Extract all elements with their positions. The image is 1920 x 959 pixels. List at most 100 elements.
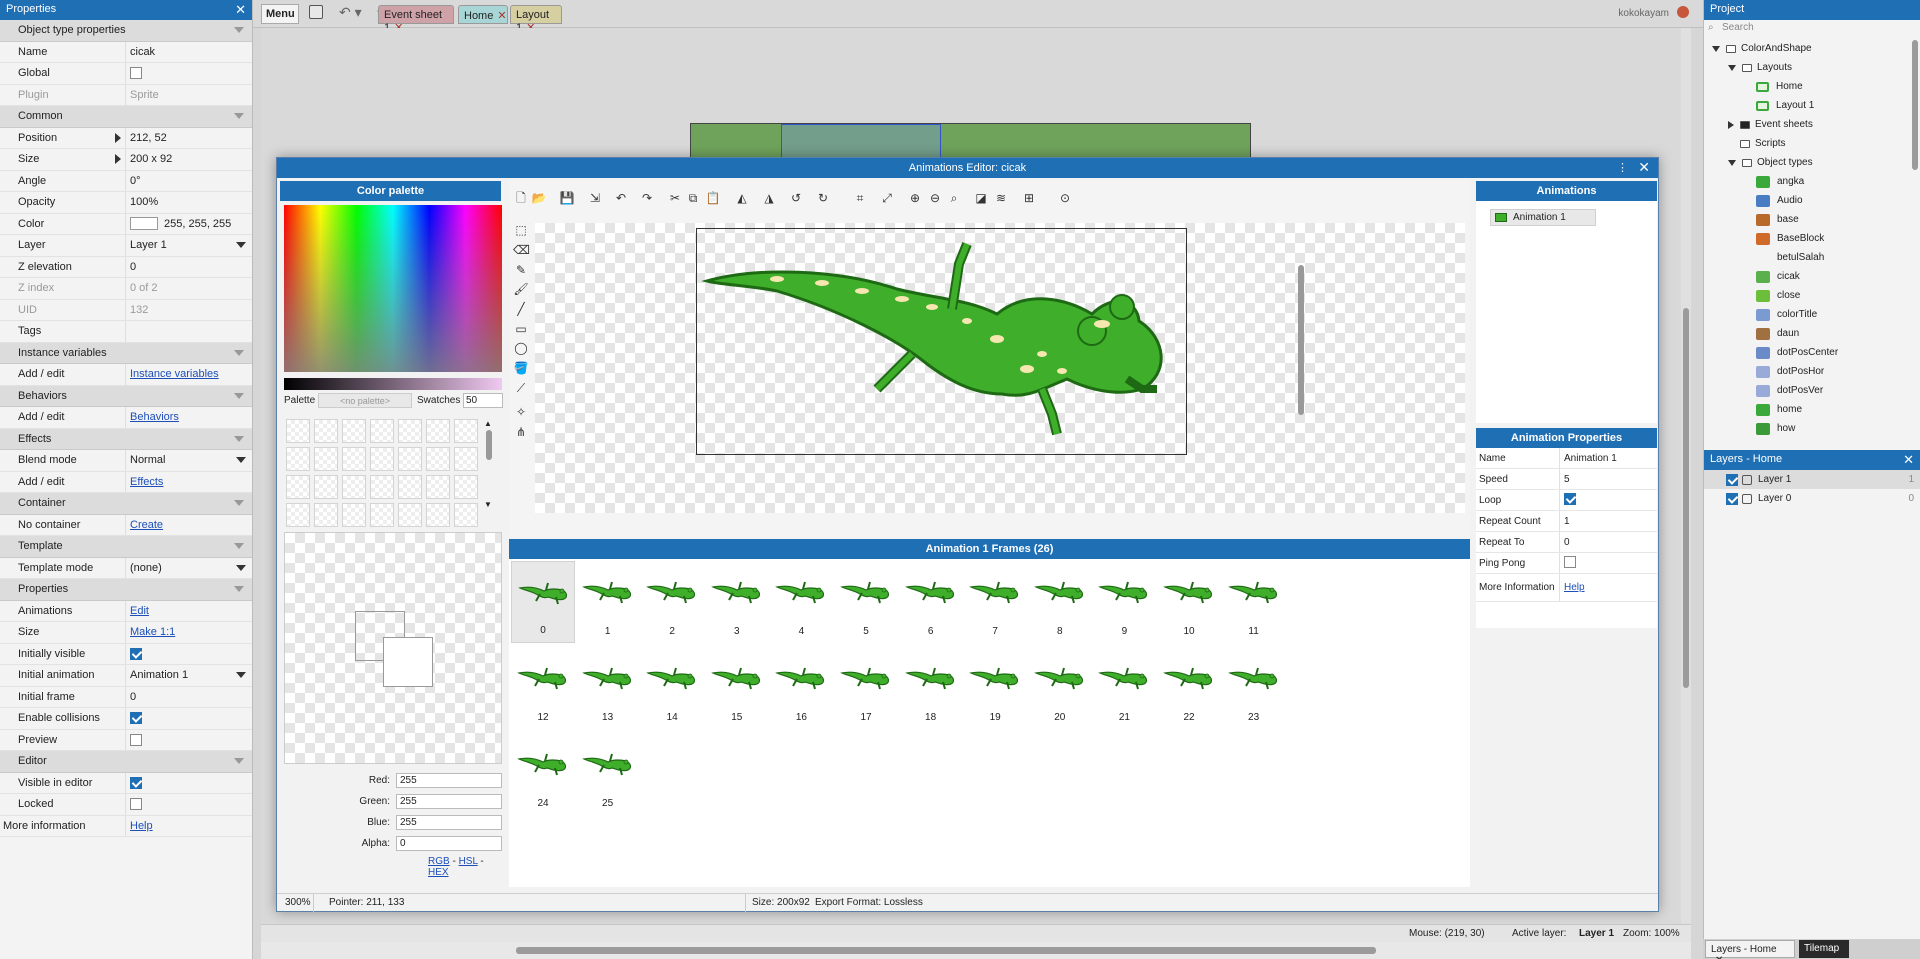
- section-template[interactable]: Template: [0, 536, 252, 558]
- section-common[interactable]: Common: [0, 106, 252, 128]
- property-value[interactable]: Behaviors: [126, 407, 252, 428]
- alpha-input[interactable]: 0: [396, 836, 502, 851]
- checkbox[interactable]: [130, 647, 142, 660]
- property-link[interactable]: Help: [130, 820, 153, 832]
- swatch[interactable]: [370, 475, 394, 499]
- project-item-base[interactable]: base: [1712, 210, 1920, 229]
- line-icon[interactable]: ╱: [513, 302, 529, 318]
- property-value[interactable]: Make 1:1: [126, 622, 252, 643]
- project-item-colortitle[interactable]: colorTitle: [1712, 305, 1920, 324]
- swatch-grid[interactable]: [286, 419, 480, 527]
- blue-input[interactable]: 255: [396, 815, 502, 830]
- project-item-close[interactable]: close: [1712, 286, 1920, 305]
- project-item-baseblock[interactable]: BaseBlock: [1712, 229, 1920, 248]
- green-input[interactable]: 255: [396, 794, 502, 809]
- frame-item[interactable]: 16: [769, 647, 833, 729]
- ellipse-icon[interactable]: ◯: [513, 341, 529, 357]
- project-item-layout-1[interactable]: Layout 1: [1712, 96, 1920, 115]
- chevron-down-icon[interactable]: [234, 435, 244, 442]
- tab-home[interactable]: Home ✕: [458, 5, 508, 24]
- zoom-out-icon[interactable]: ⊖: [927, 191, 943, 205]
- expand-triangle-icon[interactable]: [115, 132, 121, 143]
- property-link[interactable]: Make 1:1: [130, 626, 175, 638]
- hsl-mode-link[interactable]: HSL: [459, 856, 478, 867]
- chevron-down-icon[interactable]: [236, 564, 246, 571]
- project-item-dotposhor[interactable]: dotPosHor: [1712, 362, 1920, 381]
- image-points-icon[interactable]: ⋔: [513, 425, 529, 441]
- swatch[interactable]: [342, 503, 366, 527]
- color-swatch[interactable]: [130, 217, 158, 231]
- user-name[interactable]: kokokayam: [1618, 8, 1669, 28]
- property-value[interactable]: [126, 321, 252, 342]
- property-value[interactable]: [126, 730, 252, 751]
- anim-prop-value[interactable]: Animation 1: [1560, 453, 1617, 464]
- frame-item[interactable]: 11: [1222, 561, 1286, 643]
- swatch[interactable]: [314, 419, 338, 443]
- swatch[interactable]: [398, 419, 422, 443]
- frame-item[interactable]: 9: [1092, 561, 1156, 643]
- property-value[interactable]: Help: [126, 816, 252, 837]
- layer-layer-1[interactable]: Layer 1 1: [1704, 470, 1920, 489]
- tab-event-sheet-1[interactable]: Event sheet 1✕: [378, 5, 454, 34]
- property-value[interactable]: 0°: [126, 171, 252, 192]
- frame-item[interactable]: 17: [834, 647, 898, 729]
- swatch[interactable]: [398, 503, 422, 527]
- property-value[interactable]: Create: [126, 515, 252, 536]
- palette-select[interactable]: <no palette>: [318, 393, 412, 408]
- lightness-slider[interactable]: [284, 378, 502, 390]
- color-spectrum[interactable]: [284, 205, 502, 372]
- undo-icon[interactable]: ↶: [613, 191, 629, 205]
- project-item-daun[interactable]: daun: [1712, 324, 1920, 343]
- checkbox[interactable]: [130, 776, 142, 789]
- tab-tilemap[interactable]: Tilemap: [1799, 940, 1849, 958]
- frame-item[interactable]: 14: [640, 647, 704, 729]
- swatch[interactable]: [454, 419, 478, 443]
- chevron-down-icon[interactable]: [234, 27, 244, 34]
- property-value[interactable]: [126, 708, 252, 729]
- project-item-how[interactable]: how: [1712, 419, 1920, 438]
- swatch[interactable]: [370, 419, 394, 443]
- brush-icon[interactable]: 🖌: [513, 282, 529, 298]
- copy-icon[interactable]: ⧉: [685, 191, 701, 205]
- frame-item[interactable]: 22: [1157, 647, 1221, 729]
- image-canvas[interactable]: [535, 223, 1465, 513]
- anim-prop-value[interactable]: 5: [1560, 474, 1570, 485]
- pencil-icon[interactable]: ✎: [513, 263, 529, 279]
- frame-item[interactable]: 0: [511, 561, 575, 643]
- section-container[interactable]: Container: [0, 493, 252, 515]
- property-link[interactable]: Instance variables: [130, 368, 219, 380]
- project-item-scripts[interactable]: Scripts: [1712, 134, 1920, 153]
- chevron-down-icon[interactable]: [1728, 159, 1736, 166]
- frame-item[interactable]: 12: [511, 647, 575, 729]
- project-item-cicak[interactable]: cicak: [1712, 267, 1920, 286]
- chevron-right-icon[interactable]: [1728, 120, 1734, 129]
- swatch[interactable]: [370, 447, 394, 471]
- canvas-horizontal-scrollbar[interactable]: [535, 517, 1305, 525]
- frame-item[interactable]: 13: [576, 647, 640, 729]
- property-value[interactable]: 255, 255, 255: [126, 214, 252, 235]
- toggle-background-icon[interactable]: ◪: [973, 191, 989, 205]
- play-animation-icon[interactable]: ⊙: [1057, 191, 1073, 205]
- chevron-down-icon[interactable]: [234, 392, 244, 399]
- chevron-down-icon[interactable]: [236, 672, 246, 679]
- swatch[interactable]: [454, 447, 478, 471]
- swatch[interactable]: [314, 503, 338, 527]
- selected-instance[interactable]: [781, 124, 941, 159]
- anim-prop-value[interactable]: [1560, 492, 1576, 508]
- checkbox[interactable]: [1564, 492, 1576, 505]
- layout-background-image[interactable]: [690, 123, 1251, 159]
- frame-item[interactable]: 23: [1222, 647, 1286, 729]
- chevron-down-icon[interactable]: [234, 500, 244, 507]
- frame-item[interactable]: 7: [963, 561, 1027, 643]
- property-value[interactable]: 0: [126, 257, 252, 278]
- project-item-colorandshape[interactable]: ColorAndShape: [1712, 39, 1920, 58]
- property-value[interactable]: [126, 63, 252, 84]
- property-value[interactable]: [126, 794, 252, 815]
- property-value[interactable]: [126, 644, 252, 665]
- canvas-vertical-scrollbar[interactable]: [1297, 225, 1305, 451]
- project-item-audio[interactable]: Audio: [1712, 191, 1920, 210]
- swatch[interactable]: [454, 475, 478, 499]
- expand-triangle-icon[interactable]: [115, 154, 121, 165]
- frame-item[interactable]: 2: [640, 561, 704, 643]
- user-avatar[interactable]: [1677, 6, 1689, 18]
